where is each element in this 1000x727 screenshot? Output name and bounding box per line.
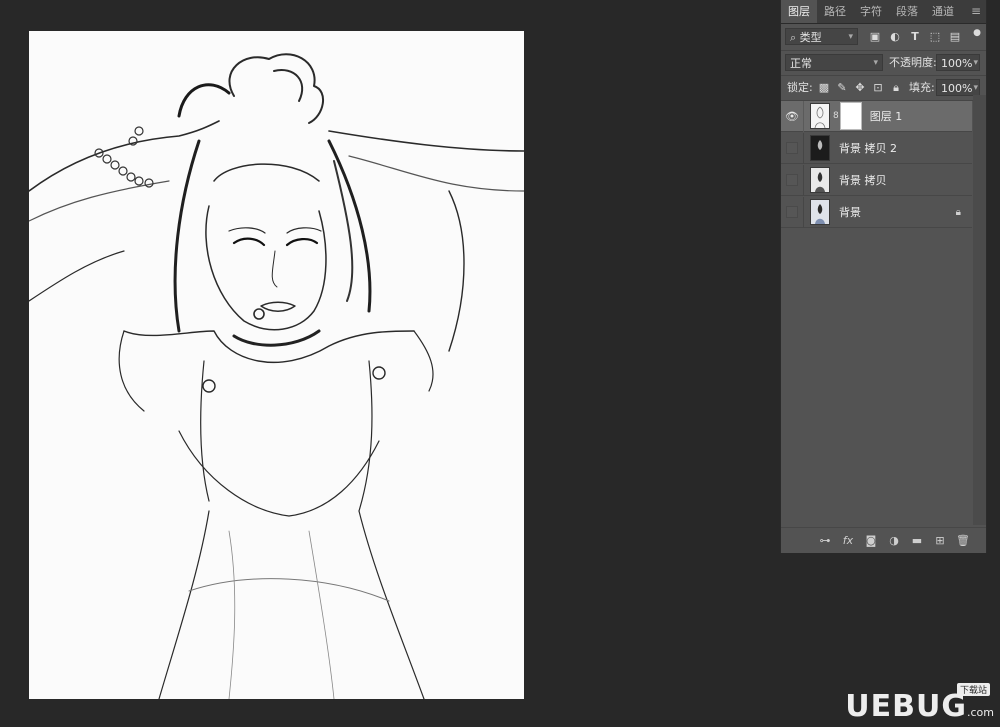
folder-icon[interactable]: ▬: [910, 534, 924, 547]
lock-transparent-icon[interactable]: ▩: [816, 80, 832, 96]
opacity-label: 不透明度:: [889, 56, 937, 69]
lock-move-icon[interactable]: ✥: [852, 80, 868, 96]
opacity-value: 100%: [941, 57, 973, 70]
layer-row-3[interactable]: 背景 拷贝: [781, 164, 972, 196]
shape-filter-icon[interactable]: ⬚: [927, 29, 943, 45]
visibility-toggle[interactable]: [781, 196, 804, 228]
tab-paragraph[interactable]: 段落: [889, 0, 925, 23]
layer-mask-thumbnail[interactable]: [839, 102, 862, 130]
filter-kind-label: 类型: [799, 31, 822, 44]
panel-footer: ⊶ fx ◙ ◑ ▬ ⊞ 🗑︎: [781, 527, 986, 553]
fill-input[interactable]: 100% ▾: [936, 79, 980, 96]
lock-icon[interactable]: 🔒︎: [956, 207, 961, 218]
smart-object-filter-icon[interactable]: ▤: [947, 29, 963, 45]
visibility-toggle[interactable]: 👁︎: [781, 100, 804, 132]
filter-toggle-icon[interactable]: ●: [969, 25, 985, 41]
eye-icon: 👁︎: [785, 109, 799, 123]
lock-artboard-icon[interactable]: ⊡: [870, 80, 886, 96]
pixel-filter-icon[interactable]: ▣: [867, 29, 883, 45]
layer-thumbnail: [810, 167, 830, 193]
tab-layers[interactable]: 图层: [781, 0, 817, 23]
layers-list: 👁︎ 8 图层 1 背景 拷贝 2 背景 拷贝 背景 🔒︎: [781, 100, 986, 241]
chevron-down-icon: ▾: [973, 58, 978, 68]
layer-name[interactable]: 背景 拷贝: [839, 172, 887, 188]
fill-value: 100%: [941, 82, 973, 95]
layer-row-2[interactable]: 背景 拷贝 2: [781, 132, 972, 164]
blend-row: 正常 ▾ 不透明度: 100% ▾: [781, 51, 986, 75]
layer-row-4[interactable]: 背景 🔒︎: [781, 196, 972, 228]
layer-name[interactable]: 背景: [839, 204, 861, 220]
document-canvas[interactable]: [29, 31, 524, 699]
chevron-down-icon: ▾: [873, 58, 878, 68]
panel-tabs: 图层 路径 字符 段落 通道 ≡: [781, 0, 986, 24]
lock-row: 锁定: ▩ ✎ ✥ ⊡ 🔒︎ 填充: 100% ▾: [781, 76, 986, 100]
mask-icon[interactable]: ◙: [864, 534, 878, 547]
adjustment-filter-icon[interactable]: ◐: [887, 29, 903, 45]
chevron-down-icon: ▾: [848, 32, 853, 42]
link-icon[interactable]: ⊶: [818, 534, 832, 547]
trash-icon[interactable]: 🗑︎: [956, 534, 970, 547]
type-filter-icon[interactable]: T: [907, 29, 923, 45]
adjustment-icon[interactable]: ◑: [887, 534, 901, 547]
watermark-tag: 下载站: [956, 683, 990, 696]
search-icon: ⌕: [790, 31, 797, 44]
sketch-image: [29, 53, 524, 699]
layer-thumbnail: [810, 199, 830, 225]
layer-name[interactable]: 背景 拷贝 2: [839, 140, 897, 156]
layer-thumbnail: [810, 103, 830, 129]
tab-character[interactable]: 字符: [853, 0, 889, 23]
blend-mode-value: 正常: [790, 57, 812, 70]
visibility-toggle[interactable]: [781, 132, 804, 164]
layers-panel: 图层 路径 字符 段落 通道 ≡ ⌕ 类型 ▾ ▣ ◐ T ⬚ ▤ ● 正常 ▾…: [780, 0, 987, 553]
watermark-logo: 下载站 UEBUG.com: [845, 683, 994, 724]
layer-name[interactable]: 图层 1: [870, 108, 903, 124]
fx-icon[interactable]: fx: [841, 534, 855, 547]
lock-paint-icon[interactable]: ✎: [834, 80, 850, 96]
chain-link-icon[interactable]: 8: [833, 111, 839, 121]
layers-scrollbar[interactable]: [973, 95, 986, 525]
visibility-toggle[interactable]: [781, 164, 804, 196]
tab-paths[interactable]: 路径: [817, 0, 853, 23]
watermark-suffix: .com: [967, 706, 994, 719]
opacity-input[interactable]: 100% ▾: [936, 54, 980, 71]
fill-label: 填充:: [909, 81, 935, 94]
tab-channels[interactable]: 通道: [925, 0, 961, 23]
filter-kind-dropdown[interactable]: ⌕ 类型 ▾: [785, 28, 858, 45]
layer-row-1[interactable]: 👁︎ 8 图层 1: [781, 100, 972, 132]
blend-mode-dropdown[interactable]: 正常 ▾: [785, 54, 883, 71]
layer-thumbnail: [810, 135, 830, 161]
filter-row: ⌕ 类型 ▾ ▣ ◐ T ⬚ ▤ ●: [781, 24, 986, 50]
watermark-brand: UEBUG: [845, 689, 967, 724]
panel-menu-icon[interactable]: ≡: [971, 2, 981, 20]
new-layer-icon[interactable]: ⊞: [933, 534, 947, 547]
lock-label: 锁定:: [787, 81, 813, 94]
lock-all-icon[interactable]: 🔒︎: [888, 80, 904, 96]
